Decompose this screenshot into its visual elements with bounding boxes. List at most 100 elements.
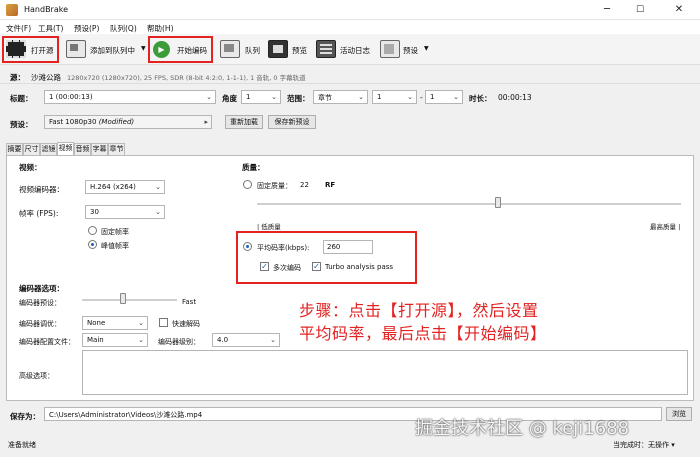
close-button[interactable]: ✕ — [672, 3, 686, 17]
tab-summary[interactable]: 摘要 — [6, 143, 23, 155]
high-quality-label: 最高质量 | — [650, 223, 681, 231]
save-new-preset-button[interactable]: 保存新预设 — [268, 115, 316, 129]
queue-button[interactable]: 队列 — [245, 45, 260, 56]
fast-decode-label: 快速解码 — [172, 320, 200, 328]
handbrake-window: HandBrake ─ ☐ ✕ 文件(F) 工具(T) 预设(P) 队列(Q) … — [0, 0, 700, 457]
preset-label: 预设： — [10, 120, 33, 129]
menu-presets[interactable]: 预设(P) — [74, 23, 99, 34]
menu-queue[interactable]: 队列(Q) — [110, 23, 137, 34]
film-clapper-icon[interactable] — [6, 40, 26, 58]
level-select[interactable]: 4.0 ⌄ — [212, 333, 280, 347]
play-icon[interactable]: ▶ — [153, 41, 170, 58]
menu-tools[interactable]: 工具(T) — [38, 23, 63, 34]
tab-chapters[interactable]: 章节 — [108, 143, 125, 155]
source-info: 1280x720 (1280x720), 25 FPS, SDR (8-bit … — [67, 74, 306, 82]
window-title: HandBrake — [24, 5, 69, 14]
encoder-preset-speed: Fast — [182, 298, 197, 306]
advanced-options-input[interactable] — [82, 350, 688, 395]
encoder-preset-slider-thumb[interactable] — [120, 293, 126, 304]
cq-value: 22 — [300, 181, 309, 189]
fast-decode-checkbox[interactable] — [159, 318, 168, 327]
low-quality-label: | 低质量 — [257, 223, 281, 231]
video-encoder-select[interactable]: H.264 (x264) ⌄ — [85, 180, 165, 194]
range-type-select[interactable]: 章节 ⌄ — [313, 90, 368, 104]
constant-fps-radio[interactable] — [88, 226, 97, 235]
tab-audio[interactable]: 音频 — [74, 143, 91, 155]
multipass-label: 多次编码 — [273, 264, 301, 272]
source-name: 沙滩公路 — [31, 73, 61, 82]
encoder-preset-slider-track — [82, 299, 177, 301]
video-heading: 视频： — [19, 163, 42, 172]
activity-log-icon[interactable] — [316, 40, 336, 58]
tab-video[interactable]: 视频 — [57, 142, 74, 155]
quality-slider-track — [257, 203, 681, 205]
rf-label: RF — [325, 181, 336, 189]
constant-quality-radio[interactable] — [243, 180, 252, 189]
presets-icon[interactable] — [380, 40, 400, 58]
tab-filters[interactable]: 滤镜 — [40, 143, 57, 155]
add-queue-dropdown-icon[interactable]: ▼ — [141, 45, 146, 52]
queue-icon[interactable] — [220, 40, 240, 58]
bitrate-input[interactable]: 260 — [323, 240, 373, 254]
tab-subtitles[interactable]: 字幕 — [91, 143, 108, 155]
quality-slider-thumb[interactable] — [495, 197, 501, 208]
menu-bar: 文件(F) 工具(T) 预设(P) 队列(Q) 帮助(H) — [0, 20, 700, 34]
profile-select[interactable]: Main ⌄ — [82, 333, 148, 347]
multipass-checkbox[interactable]: ✓ — [260, 262, 269, 271]
encoder-options-heading: 编码器选项： — [19, 284, 64, 293]
avg-bitrate-label: 平均码率(kbps): — [257, 244, 310, 252]
open-source-button[interactable]: 打开源 — [31, 45, 54, 56]
turbo-label: Turbo analysis pass — [325, 263, 394, 271]
tune-label: 编码器调优： — [19, 320, 61, 328]
add-queue-icon[interactable] — [66, 40, 86, 58]
duration-label: 时长： — [469, 94, 492, 103]
duration-value: 00:00:13 — [498, 93, 532, 102]
reload-preset-button[interactable]: 重新加载 — [225, 115, 263, 129]
peak-fps-radio[interactable] — [88, 240, 97, 249]
range-label: 范围： — [287, 94, 310, 103]
browse-button[interactable]: 浏览 — [666, 407, 692, 421]
preset-select[interactable]: Fast 1080p30 (Modified) ▸ — [44, 115, 212, 129]
title-select[interactable]: 1 (00:00:13) ⌄ — [44, 90, 216, 104]
presets-button[interactable]: 预设 — [403, 45, 418, 56]
range-from-select[interactable]: 1 ⌄ — [372, 90, 417, 104]
activity-log-button[interactable]: 活动日志 — [340, 45, 370, 56]
divider — [0, 83, 700, 84]
constant-quality-label: 固定质量： — [257, 182, 292, 190]
preview-button[interactable]: 预览 — [292, 45, 307, 56]
avg-bitrate-radio[interactable] — [243, 242, 252, 251]
turbo-checkbox[interactable]: ✓ — [312, 262, 321, 271]
peak-fps-label: 峰值帧率 — [101, 242, 129, 250]
range-dash: - — [420, 93, 423, 102]
preview-icon[interactable] — [268, 40, 288, 58]
quality-heading: 质量： — [242, 163, 265, 172]
video-encoder-label: 视频编码器： — [19, 185, 64, 194]
save-as-label: 保存为： — [10, 412, 40, 421]
start-encode-button[interactable]: 开始编码 — [177, 45, 207, 56]
maximize-button[interactable]: ☐ — [633, 3, 647, 17]
instruction-annotation-line1: 步骤：点击【打开源】，然后设置 — [299, 301, 539, 320]
status-text: 准备就绪 — [8, 441, 36, 449]
fps-label: 帧率 (FPS): — [19, 209, 59, 218]
watermark: 掘金技术社区 @ keji1688 — [415, 418, 630, 439]
presets-dropdown-icon[interactable]: ▼ — [424, 45, 429, 52]
toolbar: 打开源 添加到队列中 ▼ ▶ 开始编码 队列 预览 活动日志 预设 ▼ — [0, 34, 700, 65]
level-label: 编码器级别： — [158, 338, 200, 346]
profile-label: 编码器配置文件： — [19, 338, 75, 346]
when-done-select[interactable]: 无操作 ▾ — [648, 440, 675, 450]
tune-select[interactable]: None ⌄ — [82, 316, 148, 330]
fps-select[interactable]: 30 ⌄ — [85, 205, 165, 219]
encoder-preset-label: 编码器预设： — [19, 299, 61, 307]
title-label: 标题： — [10, 94, 33, 103]
minimize-button[interactable]: ─ — [600, 3, 614, 17]
menu-help[interactable]: 帮助(H) — [147, 23, 174, 34]
menu-file[interactable]: 文件(F) — [6, 23, 31, 34]
range-to-select[interactable]: 1 ⌄ — [425, 90, 463, 104]
angle-select[interactable]: 1 ⌄ — [241, 90, 281, 104]
tab-dimensions[interactable]: 尺寸 — [23, 143, 40, 155]
handbrake-logo-icon — [6, 4, 18, 16]
bitrate-highlight — [236, 231, 417, 284]
angle-label: 角度 — [222, 94, 237, 103]
add-to-queue-button[interactable]: 添加到队列中 — [90, 45, 135, 56]
when-done-label: 当完成时： — [613, 441, 648, 449]
